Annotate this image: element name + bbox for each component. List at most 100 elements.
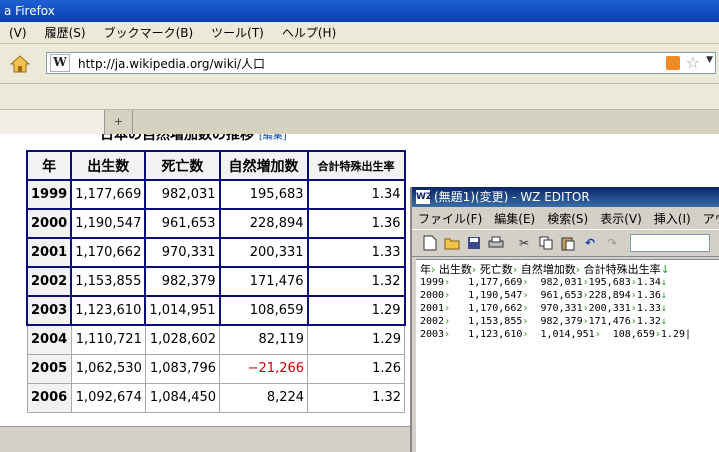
url-dropdown-arrow-icon[interactable]: ▼ bbox=[706, 55, 713, 65]
editor-cell: 年 bbox=[420, 263, 431, 276]
year-cell: 2003 bbox=[25, 295, 73, 326]
editor-cell: 1,153,855 bbox=[450, 316, 523, 327]
births-cell: 1,123,610 bbox=[70, 295, 147, 326]
year-cell: 2002 bbox=[25, 266, 73, 297]
editor-cell: 1,123,610 bbox=[450, 329, 523, 340]
column-header: 年 bbox=[25, 150, 73, 181]
natural-increase-cell: 195,683 bbox=[218, 179, 309, 210]
editor-line: 1999› 1,177,669› 982,031›195,683›1.34↓ bbox=[420, 277, 667, 288]
tab-wikipedia[interactable] bbox=[0, 110, 105, 134]
deaths-cell: 1,084,450 bbox=[144, 382, 221, 413]
table-row: 2002 1,153,855 982,379 171,476 1.32 bbox=[25, 266, 406, 297]
editor-line: 2003› 1,123,610› 1,014,951› 108,659›1.29… bbox=[420, 329, 692, 340]
menu-tools[interactable]: ツール(T) bbox=[202, 24, 273, 41]
redo-icon[interactable]: ↷ bbox=[602, 233, 622, 253]
deaths-cell: 961,653 bbox=[144, 208, 221, 239]
editor-cell: 1.33 bbox=[636, 303, 661, 314]
table-row: 2006 1,092,674 1,084,450 8,224 1.32 bbox=[26, 382, 406, 413]
wz-menu-file[interactable]: ファイル(F) bbox=[412, 210, 488, 227]
wz-logo-icon: WZ bbox=[416, 190, 433, 204]
deaths-cell: 982,031 bbox=[144, 179, 221, 210]
editor-cell: 195,683 bbox=[588, 277, 631, 288]
undo-icon[interactable]: ↶ bbox=[580, 233, 600, 253]
section-heading: 日本の自然増加数の推移 [編集] bbox=[100, 134, 287, 142]
wz-menu-search[interactable]: 検索(S) bbox=[541, 210, 594, 227]
deaths-cell: 1,028,602 bbox=[144, 324, 221, 355]
wz-title-bar: WZ (無題1)(変更) - WZ EDITOR bbox=[412, 187, 719, 207]
bookmarks-toolbar bbox=[0, 84, 719, 110]
home-icon bbox=[10, 55, 30, 73]
column-header: 自然増加数 bbox=[218, 150, 309, 181]
save-icon[interactable] bbox=[464, 233, 484, 253]
section-title: 日本の自然増加数の推移 bbox=[100, 134, 254, 142]
paste-icon[interactable] bbox=[558, 233, 578, 253]
editor-cell: 2000 bbox=[420, 290, 445, 301]
rss-icon[interactable] bbox=[666, 56, 680, 70]
editor-cell: 2003 bbox=[420, 329, 445, 340]
editor-cell: 1.34 bbox=[636, 277, 661, 288]
births-cell: 1,092,674 bbox=[70, 382, 146, 413]
fertility-rate-cell: 1.33 bbox=[306, 237, 406, 268]
editor-cell: 228,894 bbox=[588, 290, 631, 301]
menu-help[interactable]: ヘルプ(H) bbox=[273, 24, 345, 41]
natural-increase-cell: 171,476 bbox=[218, 266, 309, 297]
editor-cell: 1,014,951 bbox=[528, 329, 595, 340]
table-row: 2003 1,123,610 1,014,951 108,659 1.29 bbox=[25, 295, 406, 326]
menu-history[interactable]: 履歴(S) bbox=[36, 24, 95, 41]
wz-menu-view[interactable]: 表示(V) bbox=[594, 210, 648, 227]
menu-bookmarks[interactable]: ブックマーク(B) bbox=[95, 24, 203, 41]
new-tab-button[interactable]: + bbox=[105, 110, 133, 134]
star-icon[interactable]: ☆ bbox=[686, 53, 700, 72]
deaths-cell: 1,083,796 bbox=[144, 353, 221, 384]
editor-cell: 1,177,669 bbox=[450, 277, 523, 288]
editor-cell: 1.29 bbox=[660, 329, 685, 340]
editor-cell: 1.36 bbox=[636, 290, 661, 301]
wz-text-area[interactable]: 年› 出生数› 死亡数› 自然増加数› 合計特殊出生率↓ 1999› 1,177,… bbox=[416, 259, 719, 452]
wz-editor-window: WZ (無題1)(変更) - WZ EDITOR ファイル(F) 編集(E) 検… bbox=[410, 187, 719, 452]
table-header-row: 年 出生数 死亡数 自然増加数 合計特殊出生率 bbox=[25, 150, 406, 181]
editor-cell: 死亡数 bbox=[479, 263, 513, 276]
print-icon[interactable] bbox=[486, 233, 506, 253]
fertility-rate-cell: 1.36 bbox=[306, 208, 406, 239]
table-row: 2005 1,062,530 1,083,796 −21,266 1.26 bbox=[26, 353, 406, 384]
new-file-icon[interactable] bbox=[420, 233, 440, 253]
table-row: 1999 1,177,669 982,031 195,683 1.34 bbox=[25, 179, 406, 210]
natural-increase-cell: 108,659 bbox=[218, 295, 309, 326]
natural-increase-cell: 200,331 bbox=[218, 237, 309, 268]
wz-window-title: (無題1)(変更) - WZ EDITOR bbox=[434, 190, 590, 204]
firefox-menu-bar: (V) 履歴(S) ブックマーク(B) ツール(T) ヘルプ(H) bbox=[0, 22, 719, 44]
fertility-rate-cell: 1.29 bbox=[307, 324, 406, 355]
births-cell: 1,110,721 bbox=[70, 324, 146, 355]
column-header: 出生数 bbox=[70, 150, 147, 181]
natural-increase-table: 年 出生数 死亡数 自然増加数 合計特殊出生率 1999 1,177,669 9… bbox=[25, 150, 406, 413]
editor-cell: 982,031 bbox=[528, 277, 583, 288]
wz-menu-insert[interactable]: 挿入(I) bbox=[648, 210, 697, 227]
natural-increase-cell: 228,894 bbox=[218, 208, 309, 239]
deaths-cell: 1,014,951 bbox=[144, 295, 221, 326]
copy-icon[interactable] bbox=[536, 233, 556, 253]
editor-line: 年› 出生数› 死亡数› 自然増加数› 合計特殊出生率↓ bbox=[420, 263, 670, 276]
fertility-rate-cell: 1.32 bbox=[306, 266, 406, 297]
editor-cell: 1,170,662 bbox=[450, 303, 523, 314]
editor-cell: 961,653 bbox=[528, 290, 583, 301]
editor-cell: 2001 bbox=[420, 303, 445, 314]
births-cell: 1,153,855 bbox=[70, 266, 147, 297]
editor-cell: 171,476 bbox=[588, 316, 631, 327]
table-row: 2000 1,190,547 961,653 228,894 1.36 bbox=[25, 208, 406, 239]
wz-menu-edit[interactable]: 編集(E) bbox=[488, 210, 541, 227]
table-row: 2004 1,110,721 1,028,602 82,119 1.29 bbox=[26, 324, 406, 355]
editor-cell: 自然増加数 bbox=[520, 263, 576, 276]
menu-view[interactable]: (V) bbox=[0, 26, 36, 40]
wz-menu-bar: ファイル(F) 編集(E) 検索(S) 表示(V) 挿入(I) アウト bbox=[412, 207, 719, 230]
natural-increase-cell: −21,266 bbox=[219, 353, 309, 384]
edit-link[interactable]: [編集] bbox=[259, 134, 287, 142]
cut-icon[interactable]: ✂ bbox=[514, 233, 534, 253]
home-button[interactable] bbox=[8, 53, 32, 75]
address-bar[interactable]: W http://ja.wikipedia.org/wiki/人口 ☆ ▼ bbox=[46, 52, 716, 74]
firefox-title-bar: a Firefox bbox=[0, 0, 719, 22]
wz-menu-outline[interactable]: アウト bbox=[697, 210, 719, 227]
open-folder-icon[interactable] bbox=[442, 233, 462, 253]
url-text[interactable]: http://ja.wikipedia.org/wiki/人口 bbox=[78, 55, 265, 72]
wz-search-box[interactable] bbox=[630, 234, 710, 252]
natural-increase-cell: 82,119 bbox=[219, 324, 309, 355]
